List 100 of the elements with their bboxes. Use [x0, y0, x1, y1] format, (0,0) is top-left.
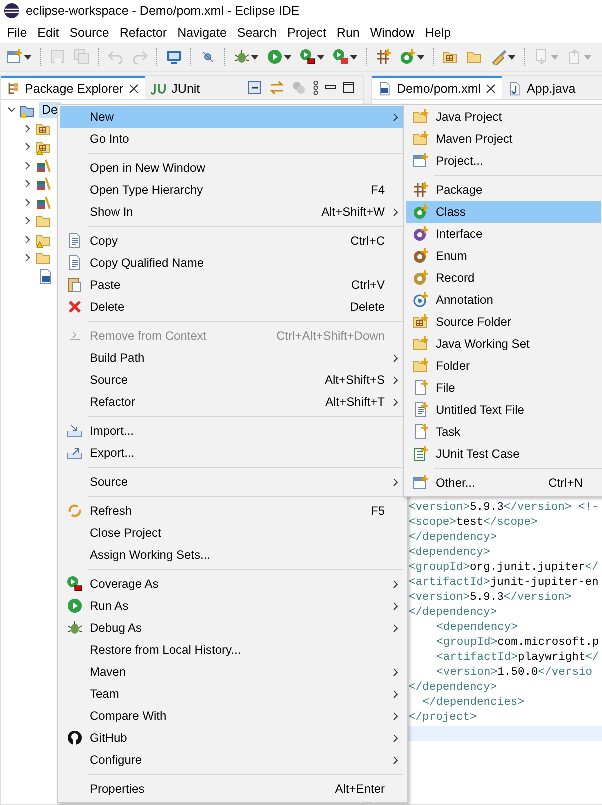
menu-item[interactable]: Annotation	[406, 289, 601, 311]
menu-item[interactable]: Export...	[60, 442, 403, 464]
expand-chevron-icon[interactable]	[23, 124, 33, 134]
new-icon	[7, 49, 23, 65]
eclipse-logo-icon	[4, 3, 20, 19]
menu-item[interactable]: Maven	[60, 661, 403, 683]
dropdown-caret-icon[interactable]	[251, 54, 259, 60]
menu-bar-item[interactable]: Edit	[32, 26, 65, 40]
menu-item[interactable]: Refactor Alt+Shift+T	[60, 391, 403, 413]
junit-icon	[150, 82, 167, 94]
view-menu-icon[interactable]	[313, 80, 319, 94]
menu-item[interactable]: Source Alt+Shift+S	[60, 369, 403, 391]
menu-item[interactable]: File	[406, 377, 601, 399]
expand-chevron-icon[interactable]	[23, 198, 33, 208]
menu-item[interactable]: Class	[406, 201, 601, 223]
maven-file-icon	[378, 82, 392, 96]
menu-item[interactable]: Open in New Window	[60, 157, 403, 179]
menu-item[interactable]: Refresh F5	[60, 500, 403, 522]
menu-item[interactable]: New	[60, 106, 403, 128]
expand-chevron-icon[interactable]	[23, 253, 33, 264]
menu-item[interactable]: Paste Ctrl+V	[60, 274, 403, 296]
project-icon	[413, 153, 429, 169]
menu-item[interactable]: Build Path	[60, 347, 403, 369]
menu-item[interactable]: Project...	[406, 150, 601, 172]
menu-bar-item[interactable]: Project	[282, 26, 332, 40]
menu-bar-item[interactable]: Refactor	[114, 26, 173, 40]
test-case-icon	[413, 446, 429, 462]
menu-bar-item[interactable]: Run	[332, 26, 366, 40]
menu-item[interactable]: Source	[60, 471, 403, 493]
menu-item[interactable]: Debug As	[60, 617, 403, 639]
expand-chevron-icon[interactable]	[23, 142, 33, 152]
menu-item[interactable]: Team	[60, 683, 403, 705]
menu-item[interactable]: Record	[406, 267, 601, 289]
dropdown-caret-icon[interactable]	[417, 54, 425, 60]
menu-item[interactable]: Open Type Hierarchy F4	[60, 179, 403, 201]
menu-bar-item[interactable]: Navigate	[172, 26, 232, 40]
menu-item[interactable]: Delete Delete	[60, 296, 403, 318]
menu-item[interactable]: Assign Working Sets...	[60, 544, 403, 566]
monitor-icon	[166, 49, 182, 65]
class-icon	[413, 204, 429, 220]
menu-bar-item[interactable]: Help	[420, 26, 457, 40]
bug-icon	[67, 620, 83, 636]
interface-icon	[413, 226, 429, 242]
menu-bar-item[interactable]: Source	[64, 26, 115, 40]
menu-item[interactable]: Configure	[60, 749, 403, 771]
menu-item[interactable]: Import...	[60, 420, 403, 442]
collapse-all-icon	[247, 80, 263, 96]
maximize-icon[interactable]	[343, 82, 355, 94]
menu-item[interactable]: Close Project	[60, 522, 403, 544]
java-project-icon	[413, 109, 429, 125]
expand-chevron-icon[interactable]	[23, 179, 33, 190]
dropdown-caret-icon[interactable]	[317, 54, 325, 60]
menu-item[interactable]: Java Project	[406, 106, 601, 128]
java-file-icon	[508, 82, 522, 96]
editor-tab[interactable]: Demo/pom.xml	[372, 76, 502, 99]
expand-chevron-icon[interactable]	[23, 216, 33, 226]
menu-item[interactable]: Show In Alt+Shift+W	[60, 201, 403, 223]
menu-item[interactable]: Copy Qualified Name	[60, 252, 403, 274]
dropdown-caret-icon[interactable]	[24, 54, 32, 60]
menu-item[interactable]: Java Working Set	[406, 333, 601, 355]
menu-bar-item[interactable]: Window	[365, 26, 420, 40]
menu-item[interactable]: Folder	[406, 355, 601, 377]
window-title: eclipse-workspace - Demo/pom.xml - Eclipse IDE	[26, 4, 300, 18]
github-icon	[67, 730, 83, 746]
menu-item[interactable]: Go Into	[60, 128, 403, 150]
menu-bar-item[interactable]: Search	[232, 26, 283, 40]
expand-chevron-icon[interactable]	[23, 160, 33, 171]
menu-item[interactable]: Task	[406, 421, 601, 443]
source-folder-icon	[413, 314, 429, 330]
dropdown-caret-icon[interactable]	[350, 54, 358, 60]
menu-item[interactable]: Other... Ctrl+N	[406, 472, 601, 494]
menu-bar-item[interactable]: File	[2, 26, 33, 40]
menu-item[interactable]: GitHub	[60, 727, 403, 749]
menu-item[interactable]: Maven Project	[406, 128, 601, 150]
record-icon	[413, 270, 429, 286]
menu-item[interactable]: Coverage As	[60, 573, 403, 595]
editor-tab[interactable]: App.java	[502, 76, 582, 99]
dropdown-caret-icon[interactable]	[508, 54, 516, 60]
menu-item[interactable]: Enum	[406, 245, 601, 267]
bug-icon	[234, 49, 250, 65]
menu-item[interactable]: Untitled Text File	[406, 399, 601, 421]
menu-item[interactable]: Properties Alt+Enter	[60, 778, 403, 800]
menu-item[interactable]: Source Folder	[406, 311, 601, 333]
menu-item[interactable]: Copy Ctrl+C	[60, 230, 403, 252]
menu-item[interactable]: Restore from Local History...	[60, 639, 403, 661]
other-icon	[413, 475, 429, 491]
close-icon[interactable]	[128, 84, 139, 94]
view-tab[interactable]: Package Explorer	[1, 76, 145, 99]
close-icon[interactable]	[486, 84, 496, 94]
menu-item[interactable]: JUnit Test Case	[406, 443, 601, 465]
expand-chevron-icon[interactable]	[23, 234, 33, 245]
menu-item[interactable]: Compare With	[60, 705, 403, 727]
undo-icon	[108, 49, 124, 65]
coverage-icon	[67, 576, 83, 592]
working-set-icon	[413, 336, 429, 352]
view-tab[interactable]: JUnit	[144, 76, 206, 99]
dropdown-caret-icon[interactable]	[284, 54, 292, 60]
menu-item[interactable]: Package	[406, 179, 601, 201]
menu-item[interactable]: Interface	[406, 223, 601, 245]
menu-item[interactable]: Run As	[60, 595, 403, 617]
